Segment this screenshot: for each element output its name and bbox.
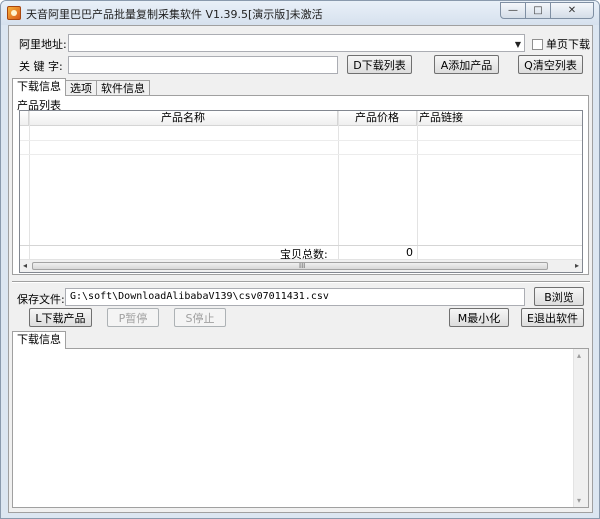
download-products-button[interactable]: L下载产品 bbox=[29, 308, 92, 327]
save-file-label: 保存文件: bbox=[17, 293, 65, 306]
tab-options[interactable]: 选项 bbox=[65, 80, 97, 96]
url-combobox[interactable]: ▼ bbox=[68, 34, 525, 52]
exit-app-button[interactable]: E退出软件 bbox=[521, 308, 584, 327]
scroll-right-icon[interactable]: ▸ bbox=[575, 261, 579, 270]
scroll-grip-icon: III bbox=[299, 262, 306, 270]
checkbox-box[interactable] bbox=[532, 38, 543, 50]
column-product-name[interactable]: 产品名称 bbox=[29, 111, 338, 126]
section-divider bbox=[12, 281, 590, 283]
horizontal-scrollbar[interactable]: ◂ III ▸ bbox=[20, 259, 582, 272]
minimize-window-button[interactable]: — bbox=[500, 2, 526, 19]
download-list-button[interactable]: D下载列表 bbox=[347, 55, 412, 74]
url-label: 阿里地址: bbox=[19, 38, 67, 51]
save-path-input[interactable]: G:\soft\DownloadAlibabaV139\csv07011431.… bbox=[65, 288, 525, 306]
add-product-button[interactable]: A添加产品 bbox=[434, 55, 499, 74]
product-list-grid[interactable]: 产品名称 产品价格 产品链接 宝贝总数: 0 ◂ III ▸ bbox=[19, 110, 583, 273]
row-indicator-header bbox=[20, 111, 29, 126]
browse-button[interactable]: B浏览 bbox=[534, 287, 584, 306]
title-bar[interactable]: 天音阿里巴巴产品批量复制采集软件 V1.39.5[演示版]未激活 — □ ✕ bbox=[1, 1, 599, 25]
maximize-window-button[interactable]: □ bbox=[526, 2, 551, 19]
keyword-input[interactable] bbox=[68, 56, 338, 74]
close-window-button[interactable]: ✕ bbox=[551, 2, 594, 19]
grid-line bbox=[20, 154, 582, 155]
single-page-label: 单页下载 bbox=[546, 38, 590, 51]
tab-log-info[interactable]: 下载信息 bbox=[12, 331, 66, 349]
chevron-down-icon[interactable]: ▼ bbox=[515, 40, 521, 49]
log-tabpage: ▴ ▾ bbox=[12, 348, 589, 508]
clear-list-button[interactable]: Q清空列表 bbox=[518, 55, 583, 74]
grid-body bbox=[20, 126, 582, 246]
stop-button[interactable]: S停止 bbox=[174, 308, 226, 327]
scroll-up-icon[interactable]: ▴ bbox=[577, 351, 581, 360]
pause-button[interactable]: P暂停 bbox=[107, 308, 159, 327]
grid-line bbox=[20, 140, 582, 141]
scroll-left-icon[interactable]: ◂ bbox=[23, 261, 27, 270]
scroll-thumb[interactable]: III bbox=[32, 262, 548, 270]
single-page-checkbox[interactable]: 单页下载 bbox=[532, 36, 590, 52]
app-window: 天音阿里巴巴产品批量复制采集软件 V1.39.5[演示版]未激活 — □ ✕ 阿… bbox=[0, 0, 600, 519]
app-icon bbox=[7, 6, 21, 20]
download-info-tabpage: 产品列表 产品名称 产品价格 产品链接 宝贝总数: 0 ◂ III ▸ bbox=[12, 95, 589, 275]
log-text-area[interactable] bbox=[13, 349, 573, 507]
keyword-label: 关 键 字: bbox=[19, 60, 63, 73]
window-title: 天音阿里巴巴产品批量复制采集软件 V1.39.5[演示版]未激活 bbox=[26, 8, 323, 21]
client-area: 阿里地址: ▼ 单页下载 关 键 字: D下载列表 A添加产品 Q清空列表 下载… bbox=[8, 25, 593, 513]
tab-software-info[interactable]: 软件信息 bbox=[96, 80, 150, 96]
grid-header: 产品名称 产品价格 产品链接 bbox=[20, 111, 582, 126]
log-vertical-scrollbar[interactable]: ▴ ▾ bbox=[573, 349, 588, 507]
tab-download-info[interactable]: 下载信息 bbox=[12, 78, 66, 96]
scroll-down-icon[interactable]: ▾ bbox=[577, 496, 581, 505]
total-count-value: 0 bbox=[406, 246, 413, 259]
main-tabs: 下载信息 选项 软件信息 bbox=[12, 78, 150, 96]
log-tabs: 下载信息 bbox=[12, 331, 66, 349]
column-product-price[interactable]: 产品价格 bbox=[338, 111, 417, 126]
column-product-link[interactable]: 产品链接 bbox=[417, 111, 582, 126]
minimize-app-button[interactable]: M最小化 bbox=[449, 308, 509, 327]
grid-footer-row: 宝贝总数: 0 bbox=[20, 245, 582, 261]
